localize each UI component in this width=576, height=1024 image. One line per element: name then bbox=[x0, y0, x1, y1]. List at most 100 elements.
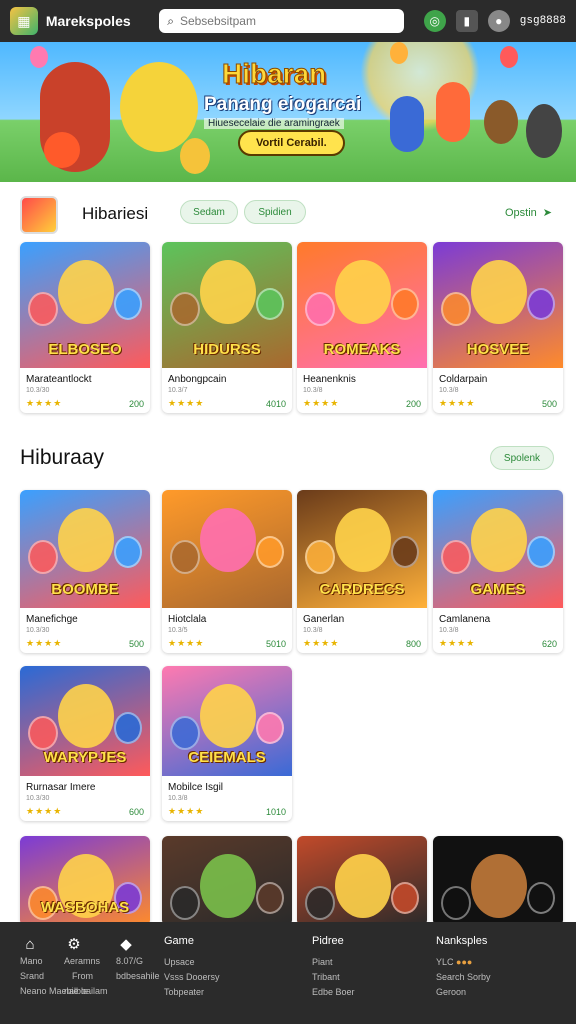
thumbnail-character bbox=[335, 260, 391, 324]
footer-link[interactable]: nalble bbox=[64, 984, 100, 999]
game-thumbnail[interactable]: BOOMBE bbox=[20, 490, 150, 608]
footer-link[interactable]: bdbesahile bbox=[116, 969, 160, 984]
game-meta: 10.3/8 bbox=[303, 387, 323, 394]
card-info: Manefichge 10.3/30 ★★★★ 500 bbox=[20, 608, 150, 653]
thumbnail-character bbox=[441, 886, 471, 920]
game-card[interactable]: BOOMBE Manefichge 10.3/30 ★★★★ 500 bbox=[20, 490, 150, 653]
search-box[interactable]: ⌕ bbox=[159, 9, 404, 33]
game-title: Anbongpcain bbox=[168, 374, 227, 385]
game-thumbnail[interactable] bbox=[433, 836, 563, 926]
game-thumbnail[interactable]: HOSVEE bbox=[433, 242, 563, 368]
game-thumbnail[interactable] bbox=[162, 490, 292, 608]
thumbnail-title: CEIEMALS bbox=[188, 749, 266, 766]
footer-heading: Game bbox=[164, 935, 194, 947]
footer-link[interactable]: Aeramns bbox=[64, 954, 100, 969]
game-title: Coldarpain bbox=[439, 374, 488, 385]
footer-link[interactable]: Geroon bbox=[436, 985, 491, 1000]
game-card[interactable]: CARDRECS Ganerlan 10.3/8 ★★★★ 800 bbox=[297, 490, 427, 653]
game-title: Heanenknis bbox=[303, 374, 356, 385]
game-thumbnail[interactable]: GAMES bbox=[433, 490, 563, 608]
game-card[interactable]: GAMES Camlanena 10.3/8 ★★★★ 620 bbox=[433, 490, 563, 653]
game-card[interactable]: Hiotclala 10.3/5 ★★★★ 5010 bbox=[162, 490, 292, 653]
game-thumbnail[interactable]: ELBOSEO bbox=[20, 242, 150, 368]
chart-icon[interactable]: ▮ bbox=[455, 10, 478, 32]
home-icon[interactable]: ⌂ bbox=[20, 934, 40, 954]
footer-link[interactable]: From bbox=[72, 969, 100, 984]
thumbnail-character bbox=[527, 288, 555, 320]
game-card[interactable]: WARYPJES Rurnasar Imere 10.3/30 ★★★★ 600 bbox=[20, 666, 150, 821]
brand-name[interactable]: Marekspoles bbox=[46, 13, 145, 29]
thumbnail-character bbox=[471, 260, 527, 324]
star-rating-icon: ★★★★ bbox=[26, 806, 63, 816]
footer-link[interactable]: Vsss Dooersy bbox=[164, 970, 220, 985]
username[interactable]: gsg8888 bbox=[520, 15, 566, 27]
game-card[interactable] bbox=[297, 836, 427, 926]
thumbnail-character bbox=[471, 854, 527, 918]
hero-cta-button[interactable]: Vortil Cerabil. bbox=[238, 130, 345, 156]
game-thumbnail[interactable] bbox=[297, 836, 427, 926]
filter-pill-button[interactable]: Spolenk bbox=[490, 446, 554, 470]
footer-link[interactable]: Tobpeater bbox=[164, 985, 220, 1000]
game-thumbnail[interactable]: CARDRECS bbox=[297, 490, 427, 608]
game-thumbnail[interactable]: ROMEAKS bbox=[297, 242, 427, 368]
search-input[interactable] bbox=[179, 14, 380, 28]
thumbnail-character bbox=[256, 882, 284, 914]
thumbnail-character bbox=[58, 684, 114, 748]
game-card[interactable]: HOSVEE Coldarpain 10.3/8 ★★★★ 500 bbox=[433, 242, 563, 413]
footer-link[interactable]: Edbe Boer bbox=[312, 985, 355, 1000]
user-avatar-icon[interactable]: ● bbox=[487, 10, 510, 32]
notification-icon[interactable]: ◎ bbox=[423, 10, 446, 32]
filter-pill-button[interactable]: Spidien bbox=[244, 200, 306, 224]
thumbnail-character bbox=[28, 540, 58, 574]
footer-link[interactable]: Search Sorby bbox=[436, 970, 491, 985]
card-info: Heanenknis 10.3/8 ★★★★ 200 bbox=[297, 368, 427, 413]
filter-pill-button[interactable]: Sedam bbox=[180, 200, 238, 224]
hero-character-bear bbox=[526, 104, 562, 158]
card-rating-row: ★★★★ 200 bbox=[303, 398, 421, 409]
game-thumbnail[interactable]: WARYPJES bbox=[20, 666, 150, 776]
thumbnail-title: GAMES bbox=[470, 581, 526, 598]
footer-link[interactable]: Piant bbox=[312, 955, 355, 970]
thumbnail-character bbox=[305, 540, 335, 574]
see-more-link[interactable]: Opstin ➤ bbox=[505, 206, 552, 220]
game-title: Manefichge bbox=[26, 614, 78, 625]
social-icons[interactable]: ●●● bbox=[456, 957, 472, 967]
star-rating-icon: ★★★★ bbox=[303, 638, 340, 648]
hero-banner[interactable]: Hibaran Panang eiogarcai Hiuesecelaie di… bbox=[0, 42, 576, 182]
card-rating-row: ★★★★ 200 bbox=[26, 398, 144, 409]
thumbnail-character bbox=[58, 260, 114, 324]
footer-link[interactable]: Upsace bbox=[164, 955, 220, 970]
thumbnail-character bbox=[114, 536, 142, 568]
game-card[interactable]: ROMEAKS Heanenknis 10.3/8 ★★★★ 200 bbox=[297, 242, 427, 413]
thumbnail-character bbox=[114, 712, 142, 744]
game-card[interactable] bbox=[162, 836, 292, 926]
game-meta: 10.3/8 bbox=[168, 795, 188, 802]
card-info: Marateantlockt 10.3/30 ★★★★ 200 bbox=[20, 368, 150, 413]
game-thumbnail[interactable]: HIDURSS bbox=[162, 242, 292, 368]
thumbnail-character bbox=[256, 536, 284, 568]
thumbnail-character bbox=[256, 712, 284, 744]
footer-link[interactable]: YLC ●●● bbox=[436, 955, 491, 970]
diamond-icon[interactable]: ◆ bbox=[116, 934, 136, 954]
game-card[interactable]: ELBOSEO Marateantlockt 10.3/30 ★★★★ 200 bbox=[20, 242, 150, 413]
game-card[interactable] bbox=[433, 836, 563, 926]
game-thumbnail[interactable] bbox=[162, 836, 292, 926]
game-meta: 10.3/8 bbox=[303, 627, 323, 634]
game-card[interactable]: WASBOHAS bbox=[20, 836, 150, 926]
footer-col-pidree: Pidree Piant Tribant Edbe Boer bbox=[312, 934, 355, 1000]
game-card[interactable]: CEIEMALS Mobilce Isgil 10.3/8 ★★★★ 1010 bbox=[162, 666, 292, 821]
thumbnail-character bbox=[200, 508, 256, 572]
game-score: 1010 bbox=[265, 806, 286, 817]
footer-link[interactable]: 8.07/G bbox=[116, 954, 160, 969]
game-thumbnail[interactable]: WASBOHAS bbox=[20, 836, 150, 926]
game-thumbnail[interactable]: CEIEMALS bbox=[162, 666, 292, 776]
thumbnail-character bbox=[471, 508, 527, 572]
footer-link[interactable]: Tribant bbox=[312, 970, 355, 985]
section-title: Hibariesi bbox=[82, 204, 149, 223]
card-info: Anbongpcain 10.3/7 ★★★★ 4010 bbox=[162, 368, 292, 413]
thumbnail-character bbox=[256, 288, 284, 320]
gear-icon[interactable]: ⚙ bbox=[64, 934, 84, 954]
game-score: 500 bbox=[128, 638, 144, 649]
app-logo-icon[interactable]: ▦ bbox=[10, 7, 38, 35]
game-card[interactable]: HIDURSS Anbongpcain 10.3/7 ★★★★ 4010 bbox=[162, 242, 292, 413]
